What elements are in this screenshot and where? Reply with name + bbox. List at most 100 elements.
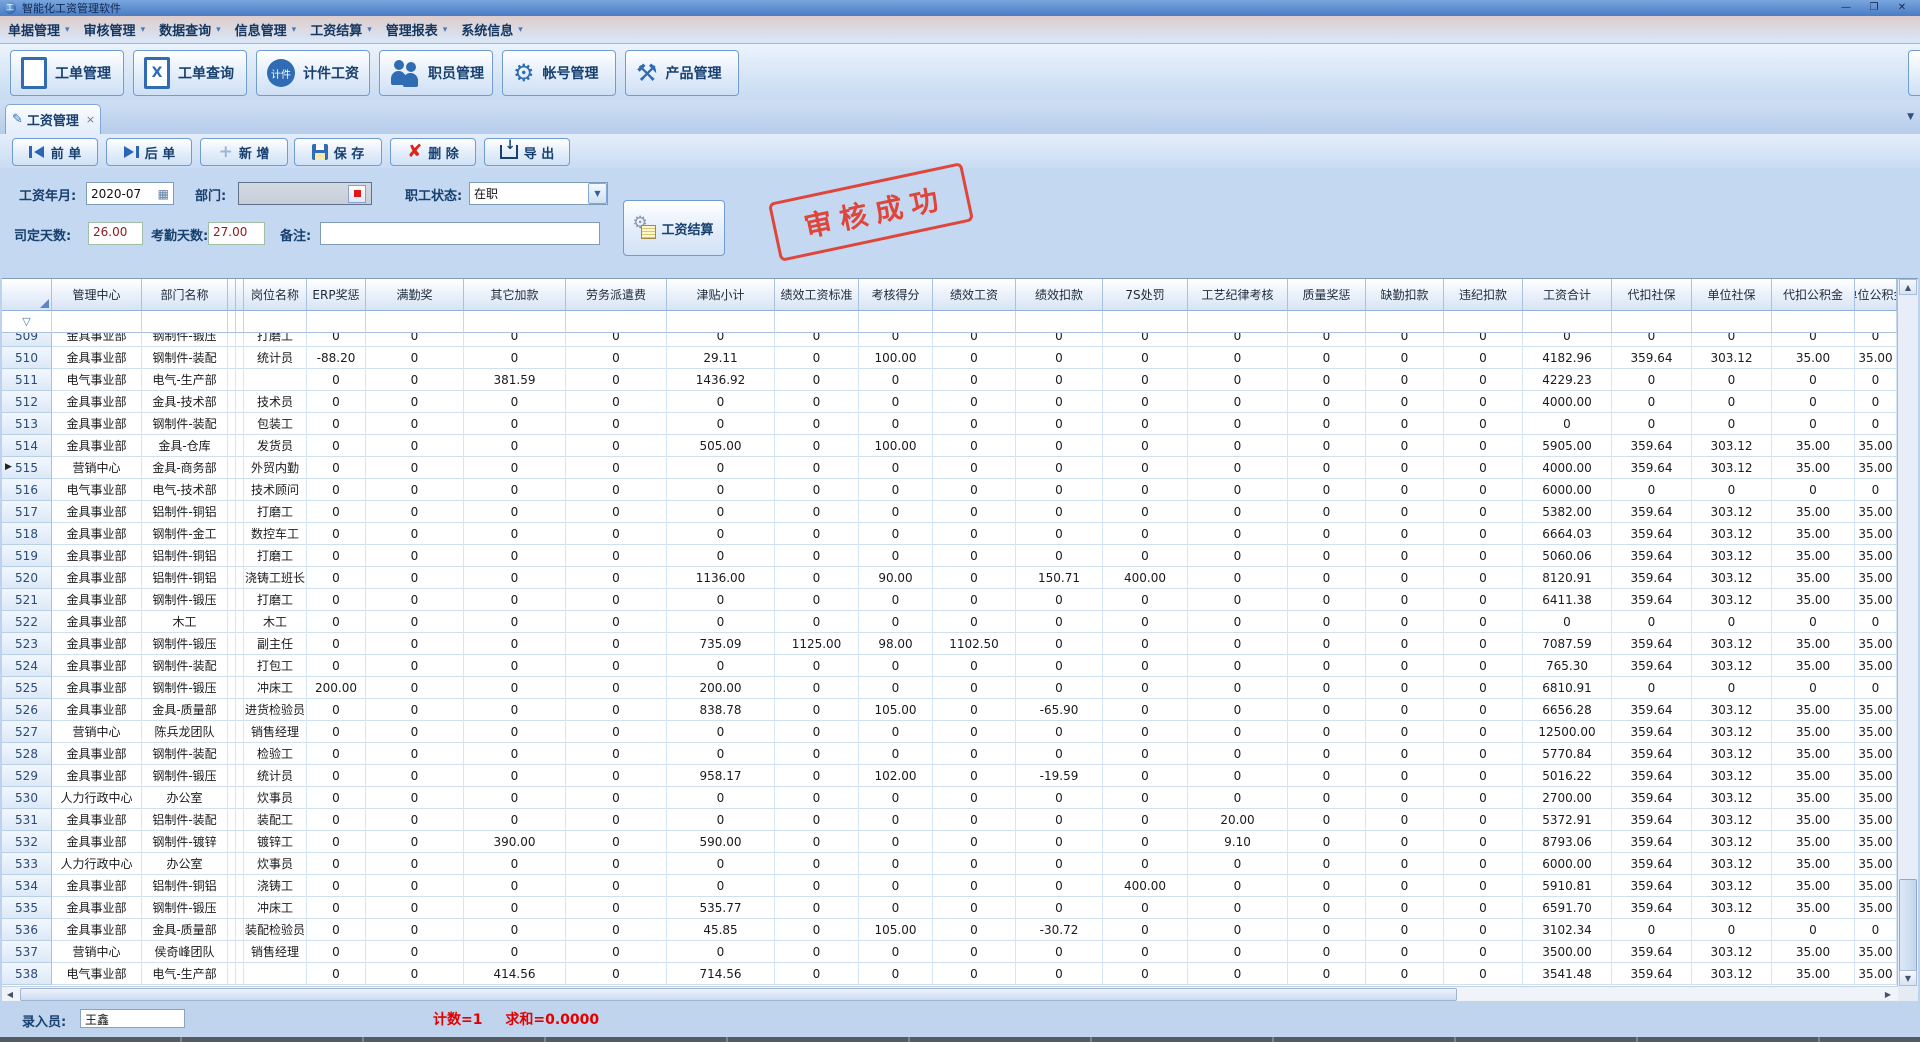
col-header-pos[interactable]: 岗位名称: [244, 279, 307, 311]
filter-cell-dksb[interactable]: [1612, 311, 1692, 333]
cell-qita[interactable]: 0: [464, 677, 566, 699]
cell-s7[interactable]: 0: [1103, 941, 1188, 963]
cell-qita[interactable]: 0: [464, 457, 566, 479]
cell-dksb[interactable]: 0: [1612, 369, 1692, 391]
cell-jxkk[interactable]: 0: [1016, 633, 1103, 655]
cell-absence[interactable]: 0: [1366, 347, 1444, 369]
row-number[interactable]: 514: [2, 435, 52, 457]
cell-cut[interactable]: 35.00: [1855, 963, 1897, 985]
cell-jxstd[interactable]: 0: [775, 941, 859, 963]
cell-craft[interactable]: 0: [1188, 743, 1288, 765]
table-row[interactable]: 531金具事业部铝制件-装配装配工000000000020.000005372.…: [2, 809, 1897, 831]
filter-cell-jintie[interactable]: [667, 311, 775, 333]
col-header-dept[interactable]: 部门名称: [142, 279, 228, 311]
cell-dwsb[interactable]: 0: [1692, 369, 1772, 391]
table-row[interactable]: 523金具事业部钢制件-锻压副主任0000735.091125.0098.001…: [2, 633, 1897, 655]
cell-craft[interactable]: 0: [1188, 545, 1288, 567]
cell-craft[interactable]: 0: [1188, 369, 1288, 391]
cell-quality[interactable]: 0: [1288, 545, 1366, 567]
row-number[interactable]: 512: [2, 391, 52, 413]
filter-funnel-icon[interactable]: ▽: [22, 315, 30, 328]
cell-dept_center[interactable]: 金具事业部: [52, 897, 142, 919]
cell-jintie[interactable]: 0: [667, 611, 775, 633]
cell-quality[interactable]: 0: [1288, 391, 1366, 413]
cell-s7[interactable]: 0: [1103, 333, 1188, 347]
cell-jintie[interactable]: 0: [667, 589, 775, 611]
cell-total[interactable]: 5060.06: [1523, 545, 1612, 567]
cell-pos[interactable]: 打磨工: [244, 589, 307, 611]
cell-jxkk[interactable]: 0: [1016, 501, 1103, 523]
cell-laowu[interactable]: 0: [566, 369, 667, 391]
cell-discipline[interactable]: 0: [1444, 611, 1523, 633]
cell-total[interactable]: 0: [1523, 333, 1612, 347]
row-number[interactable]: 524: [2, 655, 52, 677]
cell-cut[interactable]: 35.00: [1855, 545, 1897, 567]
cell-quality[interactable]: 0: [1288, 523, 1366, 545]
cell-score[interactable]: 0: [859, 611, 933, 633]
col-header-jintie[interactable]: 津贴小计: [667, 279, 775, 311]
table-row[interactable]: 517金具事业部铝制件-铜铝打磨工000000000000005382.0035…: [2, 501, 1897, 523]
toolbar-button-5[interactable]: ⚙帐号管理: [502, 50, 616, 96]
cell-erp[interactable]: 0: [307, 523, 366, 545]
cell-jxgz[interactable]: 0: [933, 347, 1016, 369]
cell-dkgj[interactable]: 35.00: [1772, 897, 1855, 919]
cell-jxgz[interactable]: 0: [933, 875, 1016, 897]
cell-jxkk[interactable]: 0: [1016, 677, 1103, 699]
cell-dkgj[interactable]: 35.00: [1772, 545, 1855, 567]
cell-absence[interactable]: 0: [1366, 941, 1444, 963]
cell-discipline[interactable]: 0: [1444, 369, 1523, 391]
cell-s7[interactable]: 0: [1103, 809, 1188, 831]
cell-craft[interactable]: 0: [1188, 853, 1288, 875]
menu-item-3[interactable]: 数据查询▾: [159, 20, 221, 39]
menu-item-6[interactable]: 管理报表▾: [386, 20, 448, 39]
cell-laowu[interactable]: 0: [566, 919, 667, 941]
cell-jxgz[interactable]: 0: [933, 333, 1016, 347]
cell-jxgz[interactable]: 0: [933, 435, 1016, 457]
cell-dept[interactable]: 钢制件-锻压: [142, 677, 228, 699]
cell-dksb[interactable]: 359.64: [1612, 897, 1692, 919]
cell-craft[interactable]: 0: [1188, 919, 1288, 941]
tab-salary-management[interactable]: ✎ 工资管理 ×: [5, 104, 101, 134]
cell-pos[interactable]: 浇铸工班长: [244, 567, 307, 589]
cell-dkgj[interactable]: 35.00: [1772, 743, 1855, 765]
menu-item-7[interactable]: 系统信息▾: [461, 20, 523, 39]
cell-qita[interactable]: 0: [464, 523, 566, 545]
cell-manqin[interactable]: 0: [366, 699, 464, 721]
row-number[interactable]: 517: [2, 501, 52, 523]
entry-clerk-input[interactable]: 王鑫: [80, 1009, 185, 1028]
cell-absence[interactable]: 0: [1366, 567, 1444, 589]
cell-dept_center[interactable]: 金具事业部: [52, 391, 142, 413]
cell-dept_center[interactable]: 金具事业部: [52, 831, 142, 853]
cell-total[interactable]: 6664.03: [1523, 523, 1612, 545]
cell-discipline[interactable]: 0: [1444, 633, 1523, 655]
cell-absence[interactable]: 0: [1366, 831, 1444, 853]
table-row[interactable]: 516电气事业部电气-技术部技术顾问000000000000006000.000…: [2, 479, 1897, 501]
cell-cut[interactable]: 0: [1855, 333, 1897, 347]
cell-jxgz[interactable]: 0: [933, 655, 1016, 677]
cell-dept[interactable]: 钢制件-装配: [142, 413, 228, 435]
cell-dwsb[interactable]: 303.12: [1692, 963, 1772, 985]
cell-score[interactable]: 98.00: [859, 633, 933, 655]
cell-s7[interactable]: 0: [1103, 897, 1188, 919]
cell-dept[interactable]: 办公室: [142, 853, 228, 875]
cell-pos[interactable]: 统计员: [244, 347, 307, 369]
cell-quality[interactable]: 0: [1288, 677, 1366, 699]
cell-dwsb[interactable]: 0: [1692, 677, 1772, 699]
cell-dwsb[interactable]: 303.12: [1692, 633, 1772, 655]
cell-jxkk[interactable]: 0: [1016, 897, 1103, 919]
cell-craft[interactable]: 0: [1188, 765, 1288, 787]
cell-dksb[interactable]: 359.64: [1612, 567, 1692, 589]
cell-dkgj[interactable]: 35.00: [1772, 699, 1855, 721]
cell-score[interactable]: 0: [859, 333, 933, 347]
cell-jxgz[interactable]: 0: [933, 963, 1016, 985]
cell-absence[interactable]: 0: [1366, 809, 1444, 831]
cell-score[interactable]: 0: [859, 479, 933, 501]
cell-dkgj[interactable]: 0: [1772, 611, 1855, 633]
cell-score[interactable]: 90.00: [859, 567, 933, 589]
cell-dksb[interactable]: 359.64: [1612, 633, 1692, 655]
cell-qita[interactable]: 0: [464, 567, 566, 589]
record-button-3[interactable]: +新 增: [200, 138, 288, 166]
cell-jxstd[interactable]: 0: [775, 699, 859, 721]
cell-dept_center[interactable]: 金具事业部: [52, 567, 142, 589]
cell-jintie[interactable]: 0: [667, 413, 775, 435]
